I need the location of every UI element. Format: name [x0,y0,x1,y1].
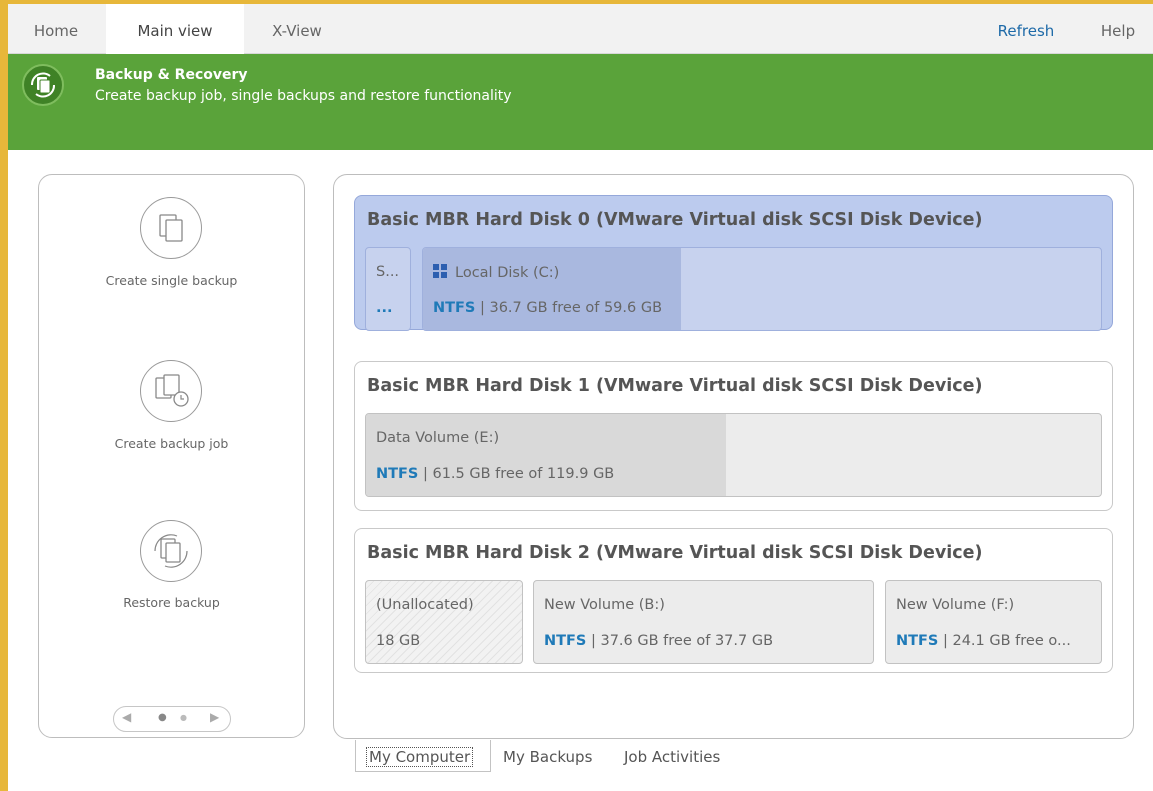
windows-icon [433,264,447,278]
pager: ◀ ● ● ▶ [113,706,231,732]
partition-name: New Volume (B:) [544,597,665,613]
partition-info: NTFS | 37.6 GB free of 37.7 GB [544,633,773,649]
pager-dot[interactable]: ● [180,713,187,722]
filesystem-label: NTFS [433,300,476,316]
disk-2[interactable]: Basic MBR Hard Disk 2 (VMware Virtual di… [354,528,1113,673]
partition-info: NTFS | 61.5 GB free of 119.9 GB [376,466,614,482]
pager-prev-button[interactable]: ◀ [122,710,131,724]
partition-name-row: Local Disk (C:) [433,264,559,281]
actions-panel: Create single backup Create backup job R… [38,174,305,738]
top-navigation: Home Main view X-View Refresh Help [8,4,1153,54]
tab-my-computer[interactable]: My Computer [355,740,491,772]
partition-f[interactable]: New Volume (F:) NTFS | 24.1 GB free o... [885,580,1102,664]
partition-name: Data Volume (E:) [376,430,500,446]
disk-1[interactable]: Basic MBR Hard Disk 1 (VMware Virtual di… [354,361,1113,511]
disk-title: Basic MBR Hard Disk 1 (VMware Virtual di… [367,376,983,396]
disk-title: Basic MBR Hard Disk 0 (VMware Virtual di… [367,210,983,230]
backup-job-icon [140,360,202,422]
partition-name: S... [376,264,400,280]
banner-title: Backup & Recovery [95,67,248,83]
partition-e[interactable]: Data Volume (E:) NTFS | 61.5 GB free of … [365,413,1102,497]
system-partition[interactable]: S... ... [365,247,411,331]
partition-name: (Unallocated) [376,597,474,613]
filesystem-label: NTFS [376,466,419,482]
partition-b[interactable]: New Volume (B:) NTFS | 37.6 GB free of 3… [533,580,874,664]
restore-backup-label: Restore backup [123,595,220,610]
disk-0[interactable]: Basic MBR Hard Disk 0 (VMware Virtual di… [354,195,1113,331]
partition-info: 18 GB [376,633,421,649]
banner-subtitle: Create backup job, single backups and re… [95,88,512,104]
pager-next-button[interactable]: ▶ [210,710,219,724]
create-backup-job-label: Create backup job [114,436,229,451]
partition-name: Local Disk (C:) [455,265,560,281]
filesystem-label: NTFS [544,633,587,649]
filesystem-label: NTFS [896,633,939,649]
tab-label: My Computer [366,747,474,767]
free-space-text: | 37.6 GB free of 37.7 GB [586,633,774,649]
disks-panel: Basic MBR Hard Disk 0 (VMware Virtual di… [333,174,1134,739]
free-space-text: | 36.7 GB free of 59.6 GB [475,300,663,316]
backup-recovery-icon [22,64,64,106]
tab-my-backups[interactable]: My Backups [503,748,592,766]
unallocated-space[interactable]: (Unallocated) 18 GB [365,580,523,664]
partition-info: NTFS | 24.1 GB free o... [896,633,1071,649]
pager-dot-active[interactable]: ● [158,712,167,723]
disk-title: Basic MBR Hard Disk 2 (VMware Virtual di… [367,543,983,563]
single-backup-icon [140,197,202,259]
partition-usage-fill [366,414,727,496]
create-single-backup-label: Create single backup [105,273,238,288]
tab-job-activities[interactable]: Job Activities [624,748,720,766]
partition-usage-fill [423,248,681,330]
partition-c[interactable]: Local Disk (C:) NTFS | 36.7 GB free of 5… [422,247,1102,331]
tab-home[interactable]: Home [8,4,104,54]
tab-x-view[interactable]: X-View [244,4,350,54]
free-space-text: | 61.5 GB free of 119.9 GB [418,466,615,482]
partition-name: New Volume (F:) [896,597,1015,613]
free-space-text: | 24.1 GB free o... [938,633,1071,649]
partition-info: NTFS | 36.7 GB free of 59.6 GB [433,300,662,316]
restore-backup-icon [140,520,202,582]
refresh-link[interactable]: Refresh [980,4,1072,54]
tab-main-view[interactable]: Main view [106,4,244,54]
partition-info: ... [376,300,393,316]
section-banner: Backup & Recovery Create backup job, sin… [8,54,1153,150]
help-link[interactable]: Help [1088,4,1148,54]
